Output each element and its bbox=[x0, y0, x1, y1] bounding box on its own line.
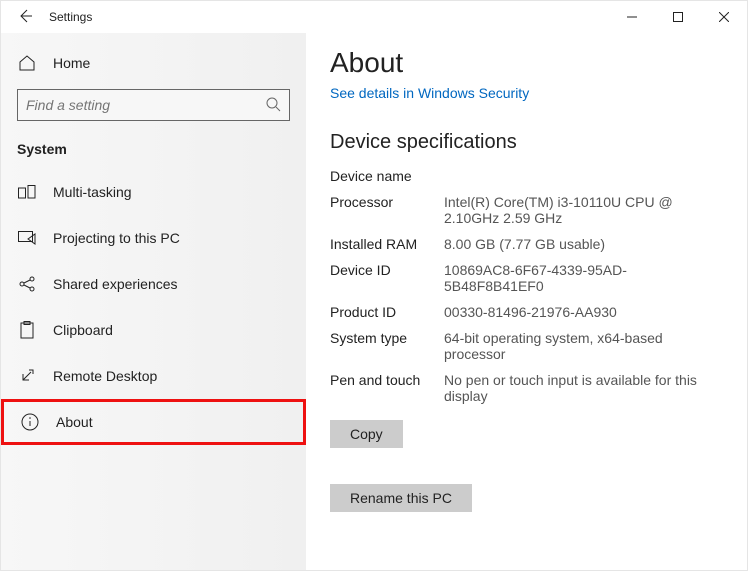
sidebar-item-label: Clipboard bbox=[53, 322, 113, 338]
sidebar-item-label: Projecting to this PC bbox=[53, 230, 180, 246]
sidebar-item-label: About bbox=[56, 414, 93, 430]
sidebar-item-label: Multi-tasking bbox=[53, 184, 132, 200]
spec-processor-value: Intel(R) Core(TM) i3-10110U CPU @ 2.10GH… bbox=[444, 194, 723, 226]
sidebar: Home System Multi-tasking Projecting to … bbox=[1, 33, 306, 570]
spec-processor-label: Processor bbox=[330, 194, 440, 226]
sidebar-item-multitasking[interactable]: Multi-tasking bbox=[1, 169, 306, 215]
sidebar-home-label: Home bbox=[53, 55, 90, 71]
spec-pen-value: No pen or touch input is available for t… bbox=[444, 372, 723, 404]
close-button[interactable] bbox=[701, 1, 747, 33]
search-input[interactable] bbox=[17, 89, 290, 121]
spec-productid-value: 00330-81496-21976-AA930 bbox=[444, 304, 723, 320]
projecting-icon bbox=[17, 231, 37, 245]
sidebar-item-about[interactable]: About bbox=[1, 399, 306, 445]
shared-icon bbox=[17, 275, 37, 293]
rename-pc-button[interactable]: Rename this PC bbox=[330, 484, 472, 512]
sidebar-item-label: Shared experiences bbox=[53, 276, 178, 292]
multitasking-icon bbox=[17, 185, 37, 199]
maximize-button[interactable] bbox=[655, 1, 701, 33]
sidebar-item-clipboard[interactable]: Clipboard bbox=[1, 307, 306, 353]
spec-deviceid-value: 10869AC8-6F67-4339-95AD-5B48F8B41EF0 bbox=[444, 262, 723, 294]
spec-device-name-label: Device name bbox=[330, 168, 440, 184]
device-spec-table: Device name Processor Intel(R) Core(TM) … bbox=[330, 168, 723, 404]
sidebar-item-shared-experiences[interactable]: Shared experiences bbox=[1, 261, 306, 307]
search-field[interactable] bbox=[26, 97, 265, 113]
home-icon bbox=[17, 54, 37, 72]
content-area: About See details in Windows Security De… bbox=[306, 33, 747, 570]
window-title: Settings bbox=[49, 10, 92, 24]
remote-desktop-icon bbox=[17, 368, 37, 384]
search-icon bbox=[265, 96, 281, 115]
sidebar-item-label: Remote Desktop bbox=[53, 368, 157, 384]
sidebar-item-projecting[interactable]: Projecting to this PC bbox=[1, 215, 306, 261]
about-icon bbox=[20, 413, 40, 431]
settings-window: Settings Home System M bbox=[0, 0, 748, 571]
spec-ram-value: 8.00 GB (7.77 GB usable) bbox=[444, 236, 723, 252]
copy-button[interactable]: Copy bbox=[330, 420, 403, 448]
spec-deviceid-label: Device ID bbox=[330, 262, 440, 294]
back-button[interactable] bbox=[17, 8, 33, 27]
device-spec-heading: Device specifications bbox=[330, 131, 723, 154]
sidebar-section-title: System bbox=[1, 133, 306, 169]
spec-device-name-value bbox=[444, 168, 723, 184]
titlebar: Settings bbox=[1, 1, 747, 33]
security-link[interactable]: See details in Windows Security bbox=[330, 85, 529, 101]
minimize-button[interactable] bbox=[609, 1, 655, 33]
spec-systype-value: 64-bit operating system, x64-based proce… bbox=[444, 330, 723, 362]
spec-productid-label: Product ID bbox=[330, 304, 440, 320]
spec-systype-label: System type bbox=[330, 330, 440, 362]
page-title: About bbox=[330, 47, 723, 79]
clipboard-icon bbox=[17, 321, 37, 339]
sidebar-home[interactable]: Home bbox=[1, 41, 306, 85]
spec-pen-label: Pen and touch bbox=[330, 372, 440, 404]
spec-ram-label: Installed RAM bbox=[330, 236, 440, 252]
sidebar-item-remote-desktop[interactable]: Remote Desktop bbox=[1, 353, 306, 399]
